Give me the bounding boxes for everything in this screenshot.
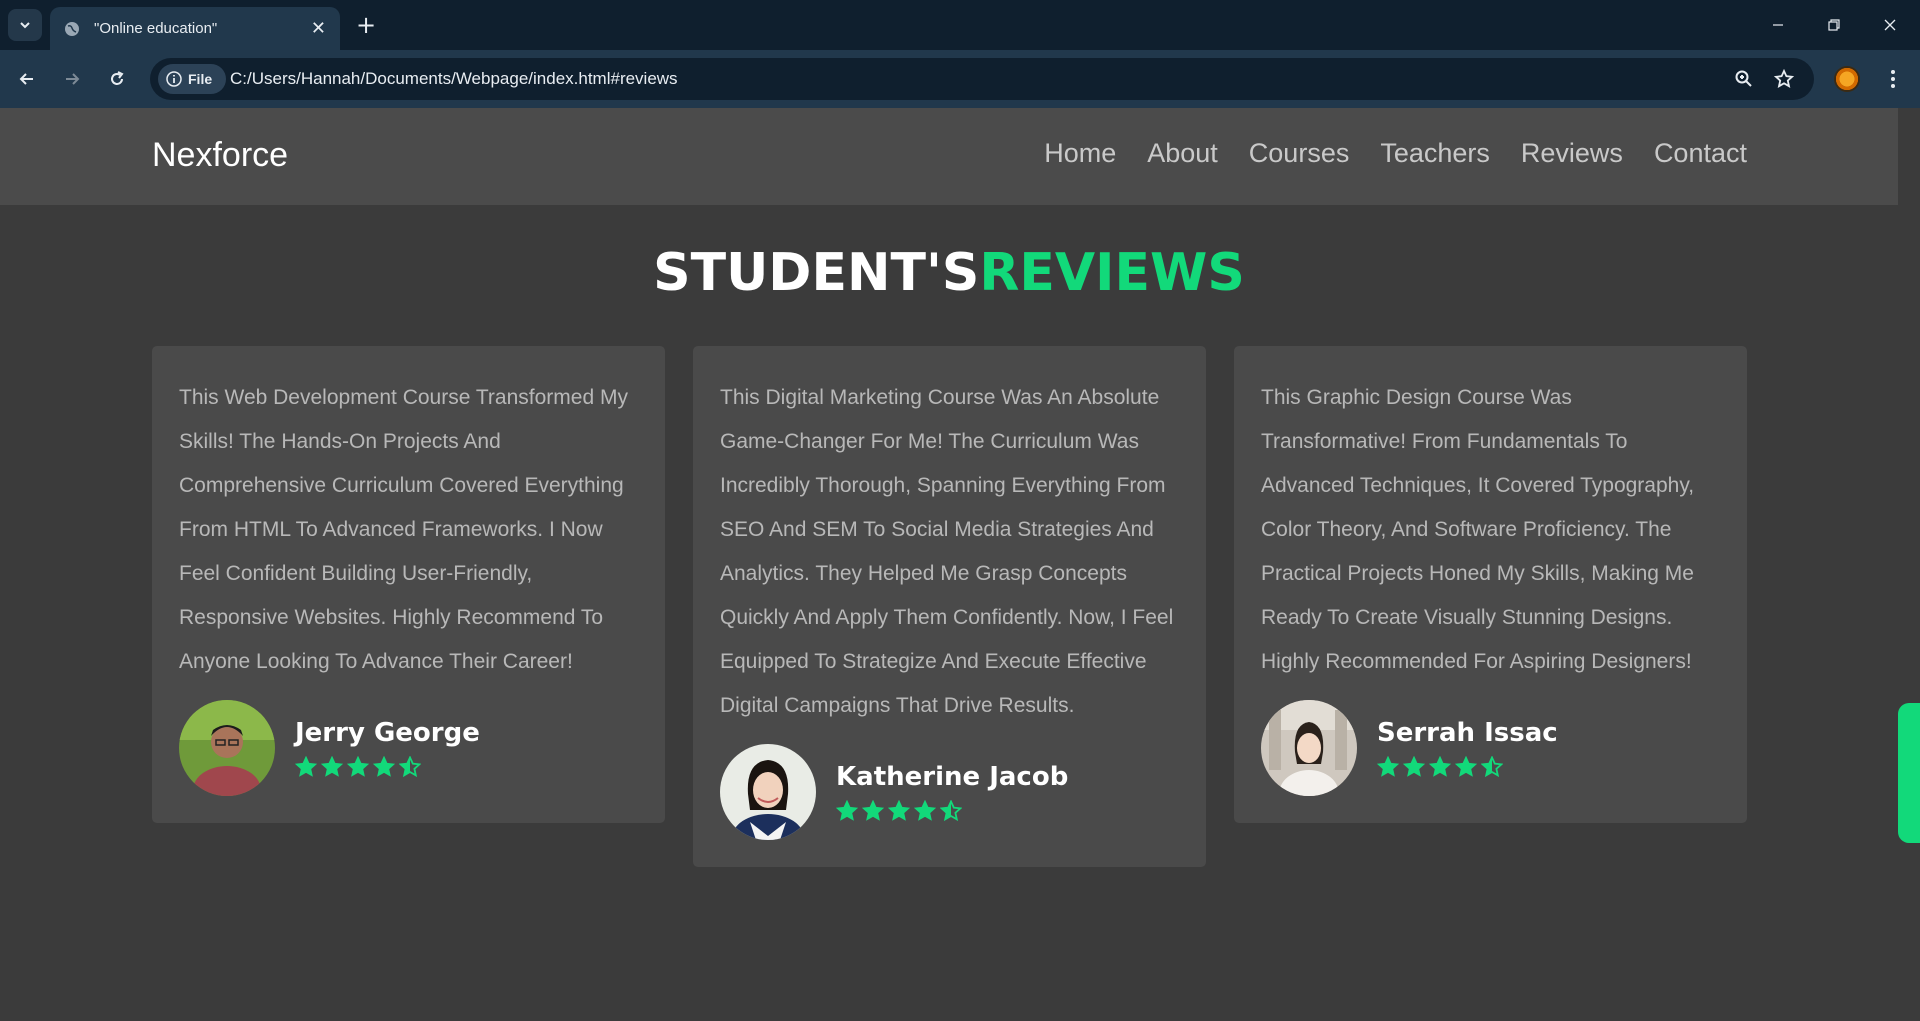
- minimize-button[interactable]: [1758, 10, 1798, 40]
- profile-avatar[interactable]: [1834, 66, 1860, 92]
- nav-link-teachers[interactable]: Teachers: [1380, 138, 1490, 169]
- minimize-icon: [1773, 24, 1783, 26]
- review-author: Serrah Issac: [1261, 700, 1720, 796]
- avatar: [179, 700, 275, 796]
- star-half-icon: [1481, 756, 1503, 778]
- star-half-icon: [399, 756, 421, 778]
- close-icon: [1884, 19, 1896, 31]
- tab-close-button[interactable]: ✕: [311, 18, 326, 39]
- star-half-icon: [940, 800, 962, 822]
- reviewer-name: Serrah Issac: [1377, 718, 1558, 748]
- star-outline-icon: [1774, 69, 1794, 88]
- star-filled-icon: [1403, 756, 1425, 777]
- nav-link-courses[interactable]: Courses: [1249, 138, 1350, 169]
- reviewer-name: Jerry George: [295, 718, 480, 748]
- restore-icon: [1828, 19, 1840, 31]
- arrow-right-icon: [66, 73, 80, 85]
- forward-button[interactable]: [57, 64, 87, 94]
- star-filled-icon: [1455, 756, 1477, 777]
- browser-toolbar: File C:/Users/Hannah/Documents/Webpage/i…: [0, 50, 1920, 108]
- url-text[interactable]: C:/Users/Hannah/Documents/Webpage/index.…: [230, 69, 678, 89]
- new-tab-button[interactable]: +: [356, 11, 376, 39]
- browser-titlebar: "Online education" ✕ +: [0, 0, 1920, 50]
- tab-search-button[interactable]: [8, 9, 42, 41]
- tab-title: "Online education": [94, 20, 218, 37]
- zoom-button[interactable]: [1732, 67, 1756, 91]
- nav-link-home[interactable]: Home: [1044, 138, 1116, 169]
- close-window-button[interactable]: [1870, 10, 1910, 40]
- browser-menu-button[interactable]: [1880, 65, 1906, 93]
- site-info-chip[interactable]: File: [158, 64, 226, 94]
- review-text: This Web Development Course Transformed …: [179, 386, 628, 673]
- nav-link-about[interactable]: About: [1147, 138, 1218, 169]
- star-filled-icon: [1429, 756, 1451, 777]
- star-filled-icon: [295, 756, 317, 777]
- star-filled-icon: [862, 800, 884, 821]
- star-filled-icon: [1377, 756, 1399, 777]
- info-icon: [166, 71, 182, 87]
- star-filled-icon: [836, 800, 858, 821]
- reload-button[interactable]: [102, 64, 132, 94]
- section-title: STUDENT'SREVIEWS: [0, 243, 1898, 303]
- scrollbar-thumb[interactable]: [1898, 703, 1920, 843]
- chevron-down-icon: [20, 22, 30, 29]
- back-button[interactable]: [12, 64, 42, 94]
- browser-tab[interactable]: "Online education" ✕: [50, 7, 340, 50]
- star-rating: [1377, 756, 1558, 778]
- zoom-icon: [1735, 70, 1752, 87]
- reload-icon: [111, 71, 124, 85]
- site-logo[interactable]: Nexforce: [152, 136, 288, 175]
- review-card: This Web Development Course Transformed …: [152, 346, 665, 823]
- globe-icon: [65, 21, 79, 36]
- address-bar[interactable]: File C:/Users/Hannah/Documents/Webpage/i…: [150, 58, 1814, 100]
- bookmark-button[interactable]: [1772, 67, 1796, 91]
- star-rating: [836, 800, 1068, 822]
- reviewer-name: Katherine Jacob: [836, 762, 1069, 792]
- section-title-green: REVIEWS: [979, 243, 1245, 303]
- star-rating: [295, 756, 480, 778]
- arrow-left-icon: [19, 73, 33, 85]
- star-filled-icon: [347, 756, 369, 777]
- review-card: This Graphic Design Course Was Transform…: [1234, 346, 1747, 823]
- review-author: Jerry George: [179, 700, 638, 796]
- star-filled-icon: [914, 800, 936, 821]
- review-author: Katherine Jacob: [720, 744, 1179, 840]
- webpage: Nexforce Home About Courses Teachers Rev…: [0, 108, 1920, 1021]
- main-nav: Home About Courses Teachers Reviews Cont…: [1044, 138, 1747, 169]
- site-header: Nexforce Home About Courses Teachers Rev…: [0, 108, 1898, 205]
- star-filled-icon: [321, 756, 343, 777]
- nav-link-reviews[interactable]: Reviews: [1521, 138, 1623, 169]
- file-label: File: [188, 71, 213, 87]
- review-card: This Digital Marketing Course Was An Abs…: [693, 346, 1206, 867]
- more-vertical-icon: [1891, 70, 1895, 88]
- avatar: [1261, 700, 1357, 796]
- star-filled-icon: [373, 756, 395, 777]
- nav-link-contact[interactable]: Contact: [1654, 138, 1747, 169]
- star-filled-icon: [888, 800, 910, 821]
- avatar: [720, 744, 816, 840]
- review-text: This Graphic Design Course Was Transform…: [1261, 386, 1695, 673]
- restore-button[interactable]: [1814, 10, 1854, 40]
- review-text: This Digital Marketing Course Was An Abs…: [720, 386, 1174, 717]
- section-title-white: STUDENT'S: [653, 243, 980, 303]
